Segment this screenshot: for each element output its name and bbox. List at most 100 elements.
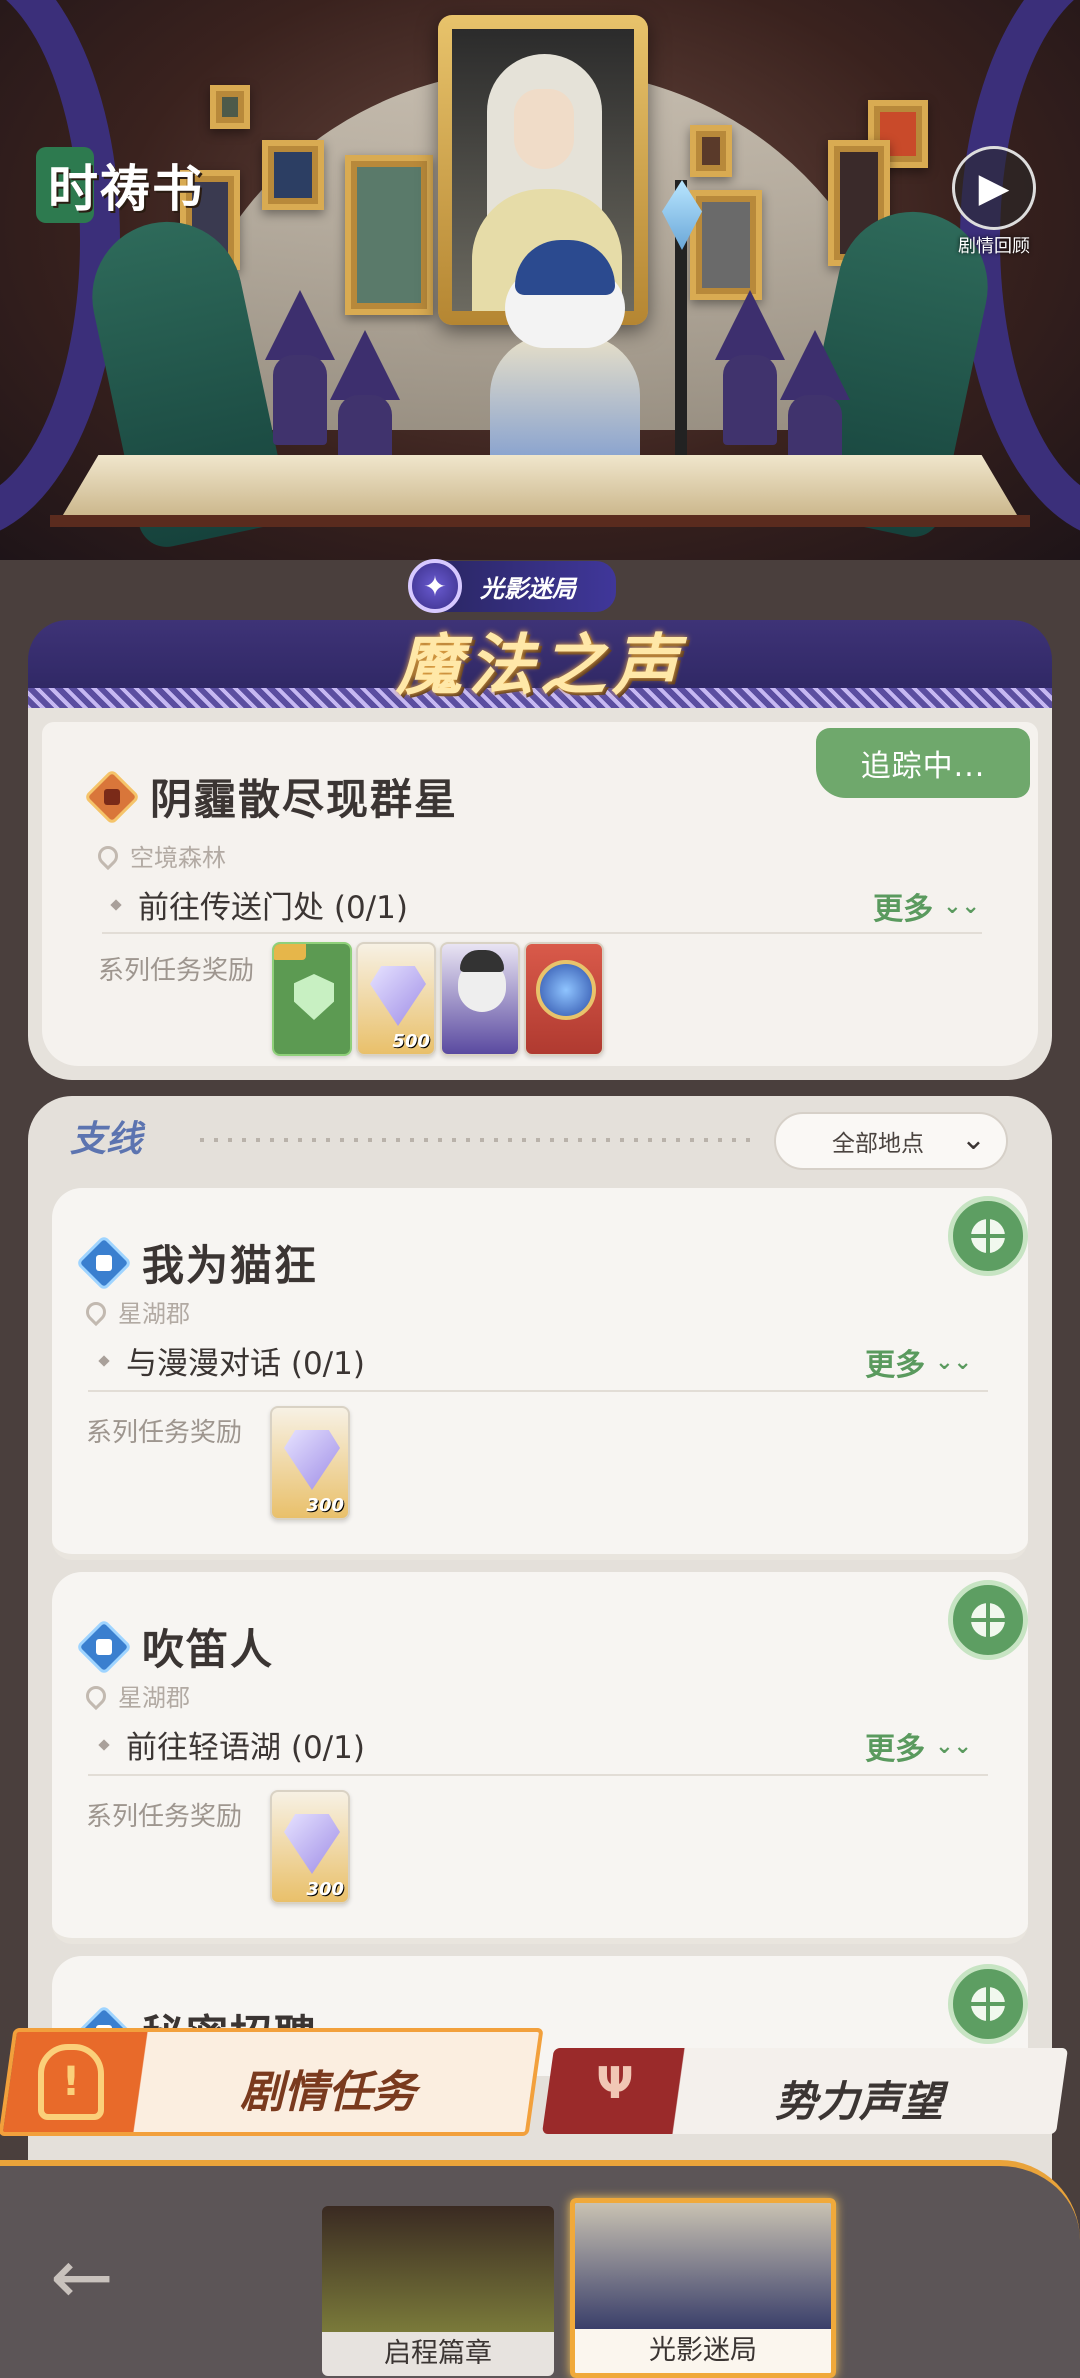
open-book	[60, 455, 1020, 520]
side-quest-icon	[75, 1234, 133, 1291]
side-quest-label: 支线	[70, 1119, 143, 1160]
back-arrow-icon[interactable]: ←	[50, 2232, 114, 2321]
quest-title-row: 吹笛人	[75, 1616, 275, 1677]
step-bullet-icon	[98, 1738, 110, 1751]
reward-label: 系列任务奖励	[86, 1418, 243, 1448]
reward-item-globe[interactable]	[524, 942, 604, 1056]
step-bullet-icon	[110, 898, 122, 911]
reward-item-card[interactable]	[272, 942, 352, 1056]
quest-title-row: 我为猫狂	[75, 1232, 319, 1293]
reward-qty: 500	[392, 1031, 430, 1052]
step-bullet-icon	[98, 1354, 110, 1367]
chapter-title-ribbon: ✦ 光影迷局 魔法之声	[28, 559, 1052, 710]
avatar-hat	[460, 950, 504, 972]
main-quest-card[interactable]: 追踪中... 阴霾散尽现群星 空境森林 前往传送门处 (0/1) 更多 ⌄⌄ 系…	[28, 708, 1052, 1080]
gem-icon	[370, 966, 426, 1026]
reward-label: 系列任务奖励	[98, 956, 255, 986]
replay-icon: ▶	[952, 146, 1036, 230]
filter-label: 全部地点	[832, 1131, 924, 1157]
reward-qty: 300	[306, 1495, 344, 1516]
double-chevron-down-icon: ⌄⌄	[935, 1733, 972, 1759]
more-label: 更多	[873, 892, 934, 927]
quest-title: 阴霾散尽现群星	[150, 775, 459, 824]
reward-item-avatar[interactable]	[440, 942, 520, 1056]
reward-item-gem[interactable]: 300	[270, 1790, 350, 1904]
dotted-divider	[200, 1138, 760, 1142]
quest-title-row: 阴霾散尽现群星	[83, 766, 459, 827]
quest-location: 空境森林	[93, 838, 226, 873]
track-target-icon[interactable]	[948, 1580, 1028, 1660]
check-shield-icon	[294, 974, 334, 1020]
tracking-badge[interactable]: 追踪中...	[816, 728, 1030, 798]
tab-faction-reputation-label: 势力声望	[775, 2077, 944, 2126]
quest-location-text: 空境森林	[130, 844, 226, 872]
side-quest-header: 支线	[70, 1110, 142, 1162]
chapter-title: 魔法之声	[396, 626, 684, 704]
double-chevron-down-icon: ⌄⌄	[943, 893, 980, 919]
more-button[interactable]: 更多 ⌄⌄	[873, 884, 980, 928]
quest-location: 星湖郡	[81, 1678, 190, 1713]
track-target-icon[interactable]	[948, 1196, 1028, 1276]
chapter-item-prologue[interactable]: 启程篇章	[322, 2206, 554, 2376]
tab-plot-quests-label: 剧情任务	[240, 2067, 416, 2118]
reward-label: 系列任务奖励	[86, 1802, 243, 1832]
quest-title: 吹笛人	[142, 1625, 275, 1674]
chapter-thumbnail	[575, 2203, 831, 2329]
picture-frame	[262, 140, 324, 210]
quest-step-text: 前往轻语湖 (0/1)	[126, 1730, 365, 1766]
quest-step: 前往轻语湖 (0/1)	[98, 1722, 365, 1767]
story-banner: 时祷书 ▶ 剧情回顾	[0, 0, 1080, 560]
chapter-thumbnail	[322, 2206, 554, 2332]
story-replay-button[interactable]: ▶ 剧情回顾	[948, 146, 1040, 257]
double-chevron-down-icon: ⌄	[960, 1122, 986, 1157]
picture-frame	[345, 155, 433, 315]
more-label: 更多	[865, 1732, 926, 1767]
location-pin-icon	[93, 841, 123, 870]
chapter-subtitle: 光影迷局	[444, 560, 616, 612]
wizard-figure	[265, 290, 335, 445]
picture-frame	[690, 190, 762, 300]
book-edge	[50, 515, 1030, 527]
location-filter-dropdown[interactable]: 全部地点 ⌄	[774, 1112, 1008, 1170]
faction-trident-icon: Ψ	[596, 2058, 634, 2109]
mage-girl-character	[470, 240, 660, 475]
chapter-label: 光影迷局	[575, 2329, 831, 2373]
side-quest-card[interactable]: 吹笛人 星湖郡 前往轻语湖 (0/1) 更多 ⌄⌄ 系列任务奖励 300	[52, 1572, 1028, 1944]
double-chevron-down-icon: ⌄⌄	[935, 1349, 972, 1375]
divider	[88, 1774, 988, 1776]
reward-item-gem[interactable]: 300	[270, 1406, 350, 1520]
side-quest-card[interactable]: 我为猫狂 星湖郡 与漫漫对话 (0/1) 更多 ⌄⌄ 系列任务奖励 300	[52, 1188, 1028, 1560]
more-button[interactable]: 更多 ⌄⌄	[865, 1724, 972, 1768]
quest-step-text: 与漫漫对话 (0/1)	[126, 1346, 365, 1382]
divider	[88, 1390, 988, 1392]
quest-title: 我为猫狂	[142, 1241, 319, 1290]
more-label: 更多	[865, 1348, 926, 1383]
chapter-item-current[interactable]: 光影迷局	[570, 2198, 836, 2378]
more-button[interactable]: 更多 ⌄⌄	[865, 1340, 972, 1384]
quest-location: 星湖郡	[81, 1294, 190, 1329]
main-quest-icon	[83, 768, 141, 825]
story-replay-label: 剧情回顾	[958, 236, 1030, 257]
location-pin-icon	[81, 1681, 111, 1710]
picture-frame	[210, 85, 250, 129]
book-logo: 时祷书	[26, 145, 204, 225]
quest-location-text: 星湖郡	[118, 1684, 190, 1712]
wizard-figure	[715, 290, 785, 445]
gem-icon	[284, 1430, 340, 1490]
reward-item-gem[interactable]: 500	[356, 942, 436, 1056]
quest-step: 前往传送门处 (0/1)	[110, 882, 408, 927]
side-quest-icon	[75, 1618, 133, 1675]
quest-step-text: 前往传送门处 (0/1)	[138, 890, 408, 926]
orb-icon	[536, 960, 596, 1020]
track-target-icon[interactable]	[948, 1964, 1028, 2044]
chapter-emblem-icon: ✦	[408, 559, 462, 613]
chapter-label: 启程篇章	[322, 2332, 554, 2376]
picture-frame	[690, 125, 732, 177]
divider	[102, 932, 982, 934]
location-pin-icon	[81, 1297, 111, 1326]
quest-location-text: 星湖郡	[118, 1300, 190, 1328]
quest-step: 与漫漫对话 (0/1)	[98, 1338, 365, 1383]
book-logo-text: 时祷书	[48, 159, 204, 218]
reward-qty: 300	[306, 1879, 344, 1900]
gem-icon	[284, 1814, 340, 1874]
